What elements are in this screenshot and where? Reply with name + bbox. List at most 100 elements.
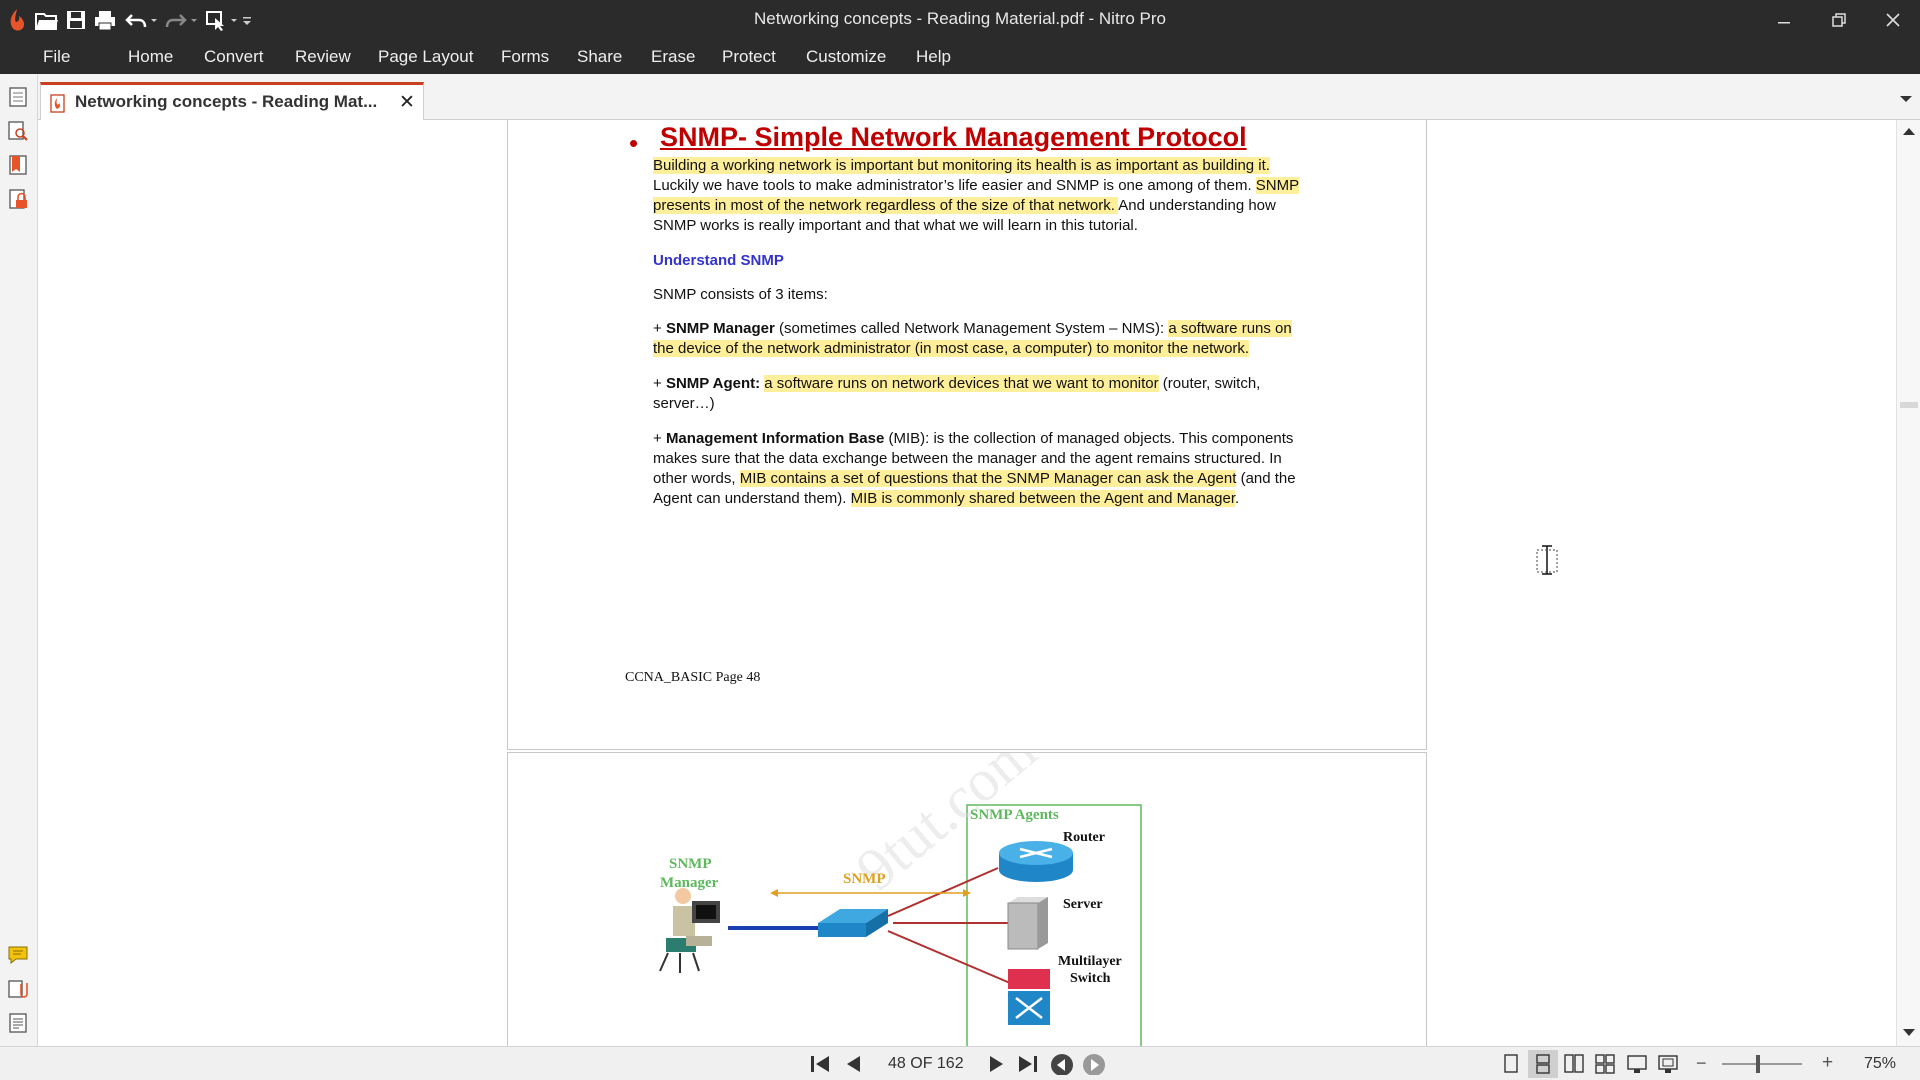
text-run: And understanding how (1118, 197, 1276, 214)
fit-width-icon[interactable] (1626, 1053, 1648, 1075)
print-icon[interactable] (92, 9, 118, 31)
router-label: Router (1063, 830, 1105, 845)
window-title: Networking concepts - Reading Material.p… (754, 9, 1166, 28)
consists-line: SNMP consists of 3 items: (653, 286, 828, 303)
minimize-button[interactable] (1757, 0, 1811, 40)
customize-quick-access-icon[interactable] (240, 9, 254, 31)
server-front (1007, 902, 1039, 950)
switch-link (887, 930, 1011, 984)
switch-front (818, 923, 866, 937)
first-page-icon[interactable] (808, 1053, 832, 1075)
undo-icon[interactable] (124, 9, 148, 31)
facing-view-icon[interactable] (1563, 1053, 1585, 1075)
document-viewport[interactable]: • SNMP- Simple Network Management Protoc… (38, 120, 1896, 1046)
manager-label-1: SNMP (669, 856, 712, 872)
menu-protect[interactable]: Protect (722, 47, 776, 67)
next-page-icon[interactable] (986, 1053, 1008, 1075)
computer-screen (696, 905, 716, 919)
redo-icon[interactable] (164, 9, 188, 31)
vertical-scrollbar[interactable] (1896, 120, 1920, 1046)
ribbon-menu-bar: File Home Convert Review Page Layout For… (0, 40, 1920, 74)
undo-dropdown-icon[interactable] (148, 9, 160, 31)
agents-box (966, 804, 1142, 1046)
text-cursor-icon (1536, 545, 1558, 575)
close-tab-icon[interactable]: ✕ (399, 91, 415, 114)
document-tab-label: Networking concepts - Reading Mat... (75, 92, 378, 111)
fit-page-icon[interactable] (1657, 1053, 1679, 1075)
output-panel-icon[interactable] (7, 1012, 29, 1034)
text-run: (and the (1236, 470, 1296, 487)
menu-help[interactable]: Help (916, 47, 951, 67)
pdf-file-icon (50, 94, 65, 113)
text-run: + (653, 375, 666, 392)
manager-line1: + SNMP Manager (sometimes called Network… (653, 319, 1292, 339)
page-footer: CCNA_BASIC Page 48 (625, 670, 761, 685)
para1-line4: SNMP works is really important and that … (653, 217, 1138, 234)
text-run: . (1235, 490, 1240, 507)
highlight: MIB is commonly shared between the Agent… (850, 490, 1236, 507)
previous-page-icon[interactable] (842, 1053, 864, 1075)
snmp-label: SNMP (843, 871, 886, 887)
attachments-panel-icon[interactable] (7, 978, 29, 1000)
restore-button[interactable] (1812, 0, 1866, 40)
multilayer-label-1: Multilayer (1058, 954, 1122, 969)
manager-line2: the device of the network administrator … (653, 339, 1250, 359)
mib-line3: other words, MIB contains a set of quest… (653, 469, 1296, 489)
menu-forms[interactable]: Forms (501, 47, 549, 67)
document-tab[interactable]: Networking concepts - Reading Mat... ✕ (40, 82, 424, 120)
text-run: Luckily we have tools to make administra… (653, 177, 1256, 194)
zoom-slider-thumb[interactable] (1756, 1055, 1760, 1073)
tab-list-dropdown-icon[interactable] (1898, 93, 1914, 105)
highlight: SNMP (1255, 177, 1300, 194)
bookmarks-panel-icon[interactable] (7, 154, 29, 176)
menu-review[interactable]: Review (295, 47, 351, 67)
security-panel-icon[interactable] (7, 188, 29, 210)
previous-view-icon[interactable] (1050, 1053, 1074, 1075)
highlight: a software runs on network devices that … (764, 375, 1159, 392)
text-run: Agent can understand them). (653, 490, 851, 507)
menu-home[interactable]: Home (128, 47, 173, 67)
page-indicator[interactable]: 48 OF 162 (888, 1055, 964, 1073)
search-panel-icon[interactable] (7, 120, 29, 142)
person-body (673, 906, 695, 936)
scroll-down-icon[interactable] (1902, 1028, 1916, 1038)
select-tool-icon[interactable] (204, 9, 228, 31)
person-legs (686, 936, 712, 946)
menu-file[interactable]: File (43, 47, 70, 67)
last-page-icon[interactable] (1016, 1053, 1040, 1075)
save-icon[interactable] (64, 9, 88, 31)
next-view-icon[interactable] (1082, 1053, 1106, 1075)
menu-convert[interactable]: Convert (204, 47, 264, 67)
scroll-up-icon[interactable] (1902, 126, 1916, 136)
para1-line3: presents in most of the network regardle… (653, 196, 1276, 216)
section-heading: SNMP- Simple Network Management Protocol (660, 122, 1247, 152)
document-tab-strip: Networking concepts - Reading Mat... ✕ (38, 74, 1920, 120)
chair-legs (659, 952, 700, 973)
menu-page-layout[interactable]: Page Layout (378, 47, 473, 67)
nitro-logo-icon (10, 9, 25, 31)
redo-dropdown-icon[interactable] (188, 9, 200, 31)
heading-bullet: • (629, 128, 639, 158)
pages-panel-icon[interactable] (7, 86, 29, 108)
comments-panel-icon[interactable] (7, 944, 29, 966)
highlight: a software runs on (1168, 320, 1292, 337)
continuous-view-icon[interactable] (1532, 1053, 1554, 1075)
zoom-out-button[interactable]: − (1696, 1053, 1707, 1074)
zoom-slider-track[interactable] (1722, 1063, 1802, 1065)
zoom-level[interactable]: 75% (1864, 1055, 1896, 1073)
server-label: Server (1063, 897, 1103, 912)
close-window-button[interactable] (1866, 0, 1920, 40)
menu-customize[interactable]: Customize (806, 47, 886, 67)
manager-label-2: Manager (660, 875, 719, 891)
arrowhead-left (770, 889, 778, 897)
open-folder-icon[interactable] (34, 9, 60, 31)
menu-share[interactable]: Share (577, 47, 622, 67)
single-page-view-icon[interactable] (1500, 1053, 1522, 1075)
text-run: other words, (653, 470, 740, 487)
zoom-in-button[interactable]: + (1822, 1052, 1833, 1074)
facing-continuous-view-icon[interactable] (1594, 1053, 1616, 1075)
quick-access-toolbar (6, 6, 254, 34)
menu-erase[interactable]: Erase (651, 47, 695, 67)
scroll-thumb[interactable] (1900, 402, 1918, 408)
select-dropdown-icon[interactable] (228, 9, 240, 31)
